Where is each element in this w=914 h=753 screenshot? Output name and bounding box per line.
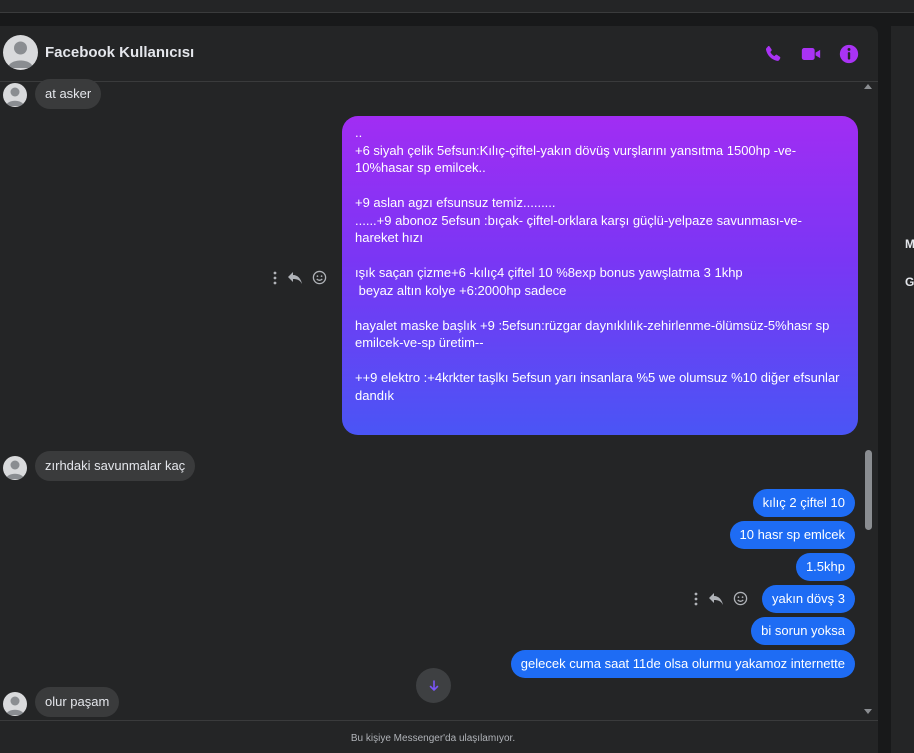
incoming-message[interactable]: at asker [35,79,102,109]
scrollbar-thumb[interactable] [865,450,872,530]
outgoing-message[interactable]: gelecek cuma saat 11de olsa olurmu yakam… [510,650,855,678]
scrollbar[interactable] [862,82,876,722]
incoming-message[interactable]: zırhdaki savunmalar kaç [35,451,196,481]
smiley-icon[interactable] [733,591,748,606]
right-panel: M G [891,26,914,753]
phone-icon[interactable] [762,43,784,65]
scroll-down-arrow-icon[interactable] [864,709,872,714]
avatar[interactable] [3,456,27,480]
arrow-down-icon [429,679,438,691]
message-actions [272,270,327,285]
more-options-icon[interactable] [693,592,699,606]
info-icon[interactable] [838,43,860,65]
scroll-to-bottom-button[interactable] [416,668,451,703]
unreachable-notice: Bu kişiye Messenger'da ulaşılamıyor. [350,733,516,744]
top-bar [0,0,914,13]
message-actions [693,591,748,606]
right-panel-letter: G [905,275,914,289]
incoming-message[interactable]: olur paşam [35,687,120,717]
outgoing-message[interactable]: bi sorun yoksa [751,617,855,645]
outgoing-message[interactable]: .. +6 siyah çelik 5efsun:Kılıç-çiftel-ya… [342,116,858,435]
reply-icon[interactable] [287,271,303,285]
default-user-icon [8,41,33,68]
reply-icon[interactable] [708,592,724,606]
outgoing-message[interactable]: 1.5khp [795,553,855,581]
chat-window: Facebook Kullanıcısı at asker .. +6 siya… [0,26,878,753]
chat-title[interactable]: Facebook Kullanıcısı [45,44,194,61]
header-divider [0,81,878,82]
chat-header: Facebook Kullanıcısı [0,26,878,81]
default-user-icon [6,696,24,715]
outgoing-message[interactable]: kılıç 2 çiftel 10 [752,489,855,517]
smiley-icon[interactable] [312,270,327,285]
footer-divider [0,720,878,721]
default-user-icon [6,87,24,106]
scroll-up-arrow-icon[interactable] [864,84,872,89]
video-camera-icon[interactable] [800,43,822,65]
avatar[interactable] [3,83,27,107]
avatar[interactable] [3,35,38,70]
right-panel-letter: M [905,237,914,251]
default-user-icon [6,460,24,479]
outgoing-message[interactable]: yakın dövş 3 [762,585,855,613]
outgoing-message[interactable]: 10 hasr sp emlcek [729,521,855,549]
more-options-icon[interactable] [272,271,278,285]
avatar[interactable] [3,692,27,716]
